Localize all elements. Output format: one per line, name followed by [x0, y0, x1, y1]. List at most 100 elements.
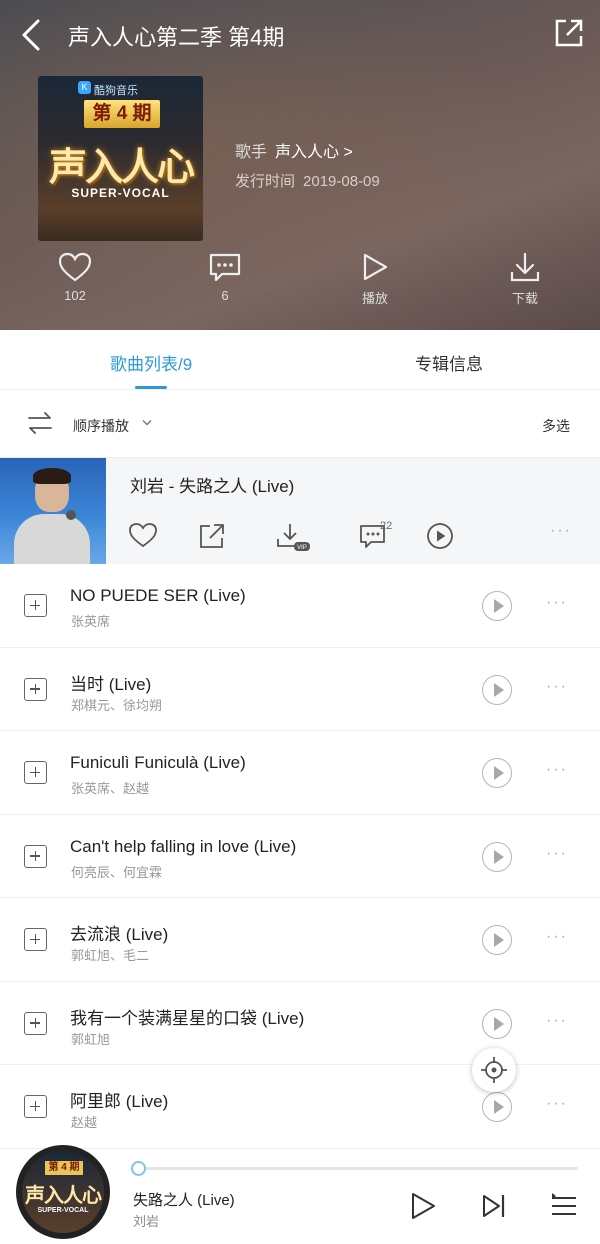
play-mv-icon[interactable]: [482, 1008, 512, 1039]
song-title: 阿里郎 (Live): [70, 1092, 169, 1111]
download-icon: [510, 252, 540, 282]
cover-brand: 酷狗音乐: [94, 85, 138, 97]
release-value: 2019-08-09: [303, 173, 380, 190]
locate-current-button[interactable]: [472, 1048, 516, 1092]
add-icon[interactable]: [24, 761, 47, 784]
mini-player: 第 4 期 声入人心 SUPER-VOCAL 失路之人 (Live) 刘岩: [0, 1145, 600, 1244]
add-icon[interactable]: [24, 594, 47, 617]
singer-link[interactable]: 歌手 声入人心 >: [235, 138, 353, 162]
play-mv-icon[interactable]: [482, 591, 512, 621]
thumbnail-body: [14, 514, 90, 564]
player-cover-episode: 第 4 期: [45, 1161, 83, 1175]
download-label: 下载: [511, 291, 538, 306]
favorite-button[interactable]: 102: [25, 252, 125, 303]
more-icon[interactable]: ···: [546, 928, 568, 946]
heart-icon[interactable]: [128, 522, 158, 548]
add-icon[interactable]: [24, 677, 47, 701]
singer-value[interactable]: 声入人心 >: [275, 144, 353, 161]
play-mv-icon[interactable]: [482, 925, 512, 955]
heart-icon: [58, 252, 92, 282]
tab-bar: 歌曲列表/9 专辑信息: [0, 330, 600, 390]
cover-episode: 第 4 期: [84, 100, 160, 128]
release-date: 发行时间 2019-08-09: [235, 170, 380, 191]
player-cover-show: 声入人心: [25, 1185, 102, 1207]
progress-knob[interactable]: [131, 1161, 146, 1176]
album-actions: 102 6 播放 下载: [0, 252, 600, 322]
player-artist: 刘岩: [133, 1214, 160, 1229]
song-title: 去流浪 (Live): [70, 925, 169, 944]
download-vip-icon[interactable]: VIP: [276, 522, 312, 552]
tab-song-list[interactable]: 歌曲列表/9: [110, 350, 192, 375]
progress-bar[interactable]: [140, 1167, 578, 1170]
more-icon[interactable]: ···: [546, 594, 568, 612]
play-mode-label[interactable]: 顺序播放: [73, 416, 129, 436]
share-icon[interactable]: [552, 16, 586, 50]
download-button[interactable]: 下载: [475, 252, 575, 307]
crosshair-icon: [481, 1057, 507, 1083]
comment-icon: [209, 253, 241, 282]
add-icon[interactable]: [24, 928, 47, 951]
more-icon[interactable]: ···: [546, 1012, 568, 1030]
top-bar: 声入人心第二季 第4期: [0, 0, 600, 70]
back-arrow-icon[interactable]: [18, 18, 48, 52]
song-row[interactable]: NO PUEDE SER (Live) 张英席 ···: [0, 564, 600, 648]
song-row[interactable]: Can't help falling in love (Live) 何亮辰、何宜…: [0, 815, 600, 898]
play-mv-icon[interactable]: [482, 674, 512, 705]
favorite-count: 102: [64, 288, 86, 303]
album-cover[interactable]: K 酷狗音乐 第 4 期 声入人心 SUPER-VOCAL: [38, 76, 203, 241]
song-artist: 何亮辰、何宜霖: [71, 864, 163, 880]
player-cover[interactable]: 第 4 期 声入人心 SUPER-VOCAL: [16, 1145, 110, 1239]
current-song-thumbnail: [0, 458, 106, 564]
next-track-icon[interactable]: [480, 1191, 508, 1221]
comment-count-badge: 22: [380, 520, 393, 532]
song-row[interactable]: Funiculì Funiculà (Live) 张英席、赵越 ···: [0, 731, 600, 815]
play-mv-icon[interactable]: [482, 1092, 512, 1122]
add-icon[interactable]: [24, 1011, 47, 1035]
song-row[interactable]: 当时 (Live) 郑棋元、徐均朔 ···: [0, 648, 600, 731]
song-artist: 郭虹旭: [71, 1031, 111, 1047]
player-song-title: 失路之人 (Live): [133, 1192, 235, 1209]
song-artist: 张英席、赵越: [71, 781, 150, 796]
playlist-icon[interactable]: [550, 1191, 578, 1221]
current-song-panel[interactable]: 刘岩 - 失路之人 (Live) VIP 22 ···: [0, 458, 600, 564]
tab-album-info[interactable]: 专辑信息: [415, 350, 483, 375]
more-icon[interactable]: ···: [546, 1095, 568, 1113]
play-icon[interactable]: [408, 1191, 438, 1221]
song-title: 我有一个装满星星的口袋 (Live): [70, 1008, 305, 1028]
play-mv-icon[interactable]: [482, 758, 512, 788]
song-title: 当时 (Live): [70, 674, 152, 694]
svg-text:VIP: VIP: [297, 545, 307, 551]
singer-label: 歌手: [235, 144, 268, 161]
album-title: 声入人心第二季 第4期: [68, 25, 285, 50]
song-artist: 赵越: [71, 1115, 98, 1130]
play-icon: [363, 253, 388, 281]
thumbnail-hair: [33, 468, 71, 484]
thumbnail-mic: [66, 510, 76, 520]
tab-indicator: [135, 386, 167, 389]
more-icon[interactable]: ···: [550, 522, 572, 540]
sequential-play-icon[interactable]: [27, 412, 53, 434]
more-icon[interactable]: ···: [546, 678, 568, 696]
share-icon[interactable]: [198, 522, 226, 550]
more-icon[interactable]: ···: [546, 761, 568, 779]
multi-select-button[interactable]: 多选: [542, 416, 570, 436]
add-icon[interactable]: [24, 1095, 47, 1118]
chevron-down-icon[interactable]: [142, 419, 152, 427]
release-label: 发行时间: [235, 173, 296, 190]
song-title: Can't help falling in love (Live): [70, 836, 297, 856]
more-icon[interactable]: ···: [546, 845, 568, 863]
play-mode-bar: 顺序播放 多选: [0, 392, 600, 458]
add-icon[interactable]: [24, 844, 47, 868]
player-cover-art: 第 4 期 声入人心 SUPER-VOCAL: [22, 1151, 104, 1233]
play-mv-icon[interactable]: [482, 841, 512, 872]
play-all-button[interactable]: 播放: [325, 252, 425, 307]
current-song-title: 刘岩 - 失路之人 (Live): [130, 477, 295, 496]
play-label: 播放: [361, 291, 388, 306]
song-row[interactable]: 去流浪 (Live) 郭虹旭、毛二 ···: [0, 898, 600, 982]
player-cover-subtitle: SUPER-VOCAL: [37, 1207, 89, 1214]
kugou-logo-icon: K: [78, 81, 91, 94]
cover-show-name: 声入人心: [48, 147, 195, 189]
song-artist: 郑棋元、徐均朔: [71, 697, 163, 713]
comment-button[interactable]: 6: [175, 252, 275, 303]
play-mv-icon[interactable]: [426, 522, 454, 550]
